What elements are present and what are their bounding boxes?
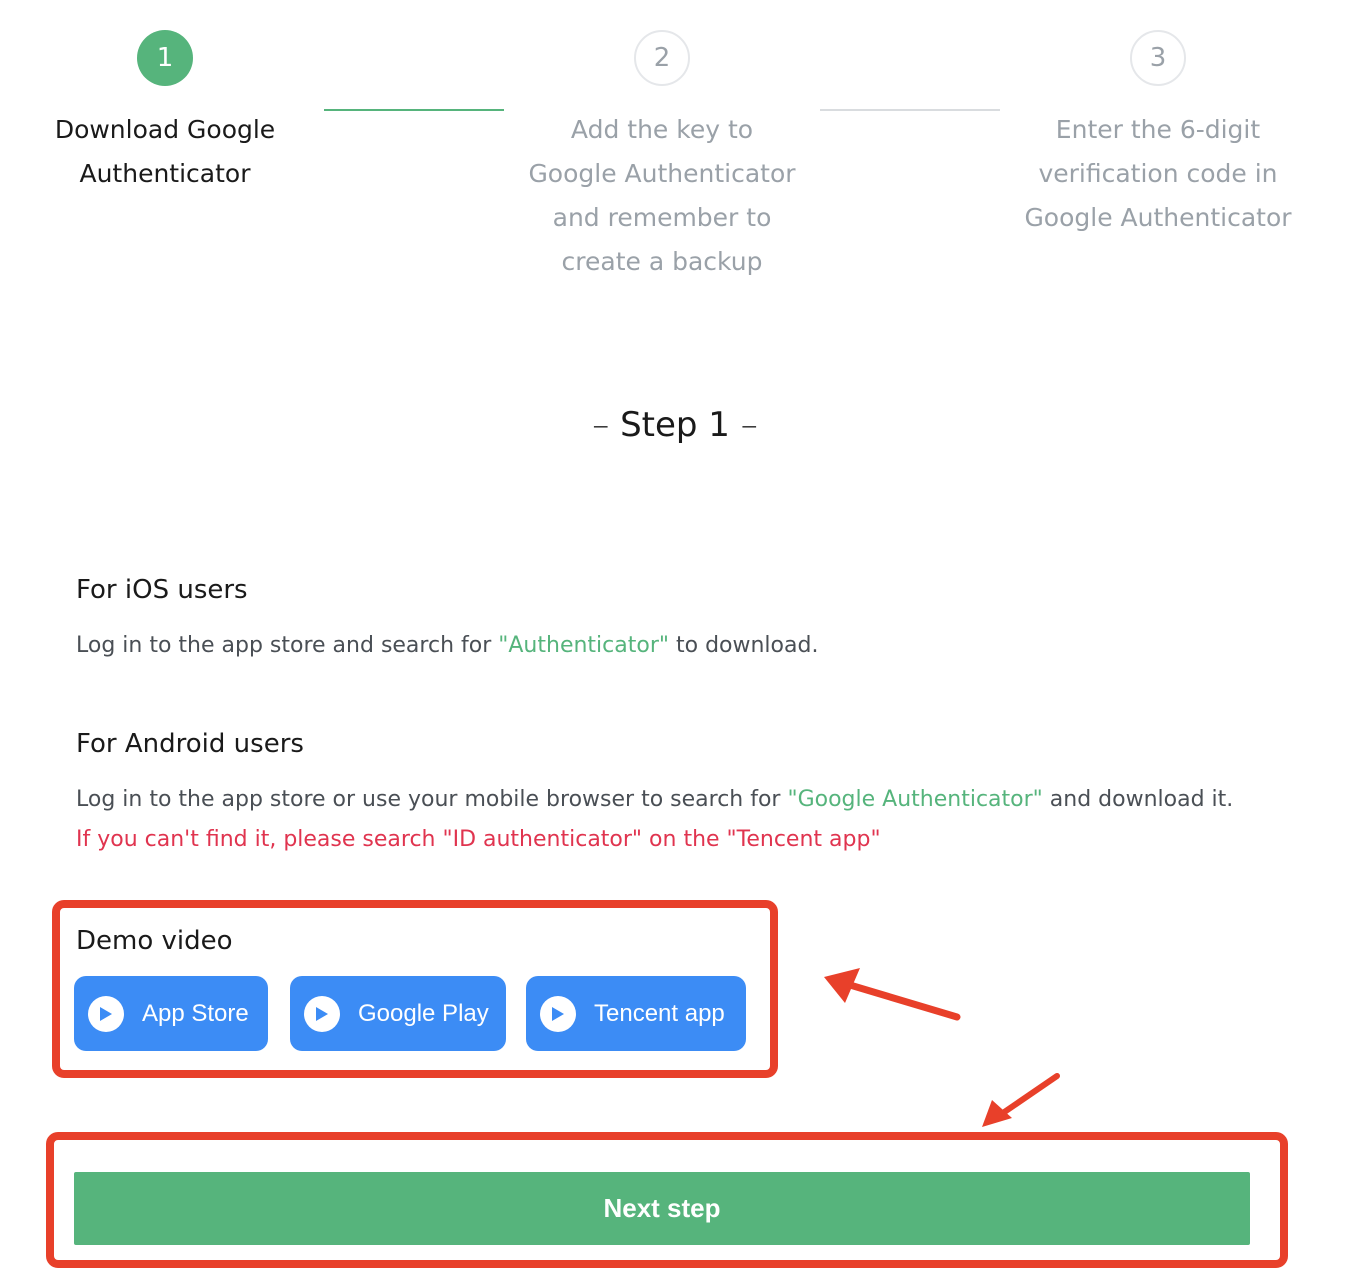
- annotation-arrows: [824, 968, 1060, 1127]
- annotation-arrow-next: [982, 1073, 1060, 1127]
- annotation-arrow-demo: [824, 968, 961, 1021]
